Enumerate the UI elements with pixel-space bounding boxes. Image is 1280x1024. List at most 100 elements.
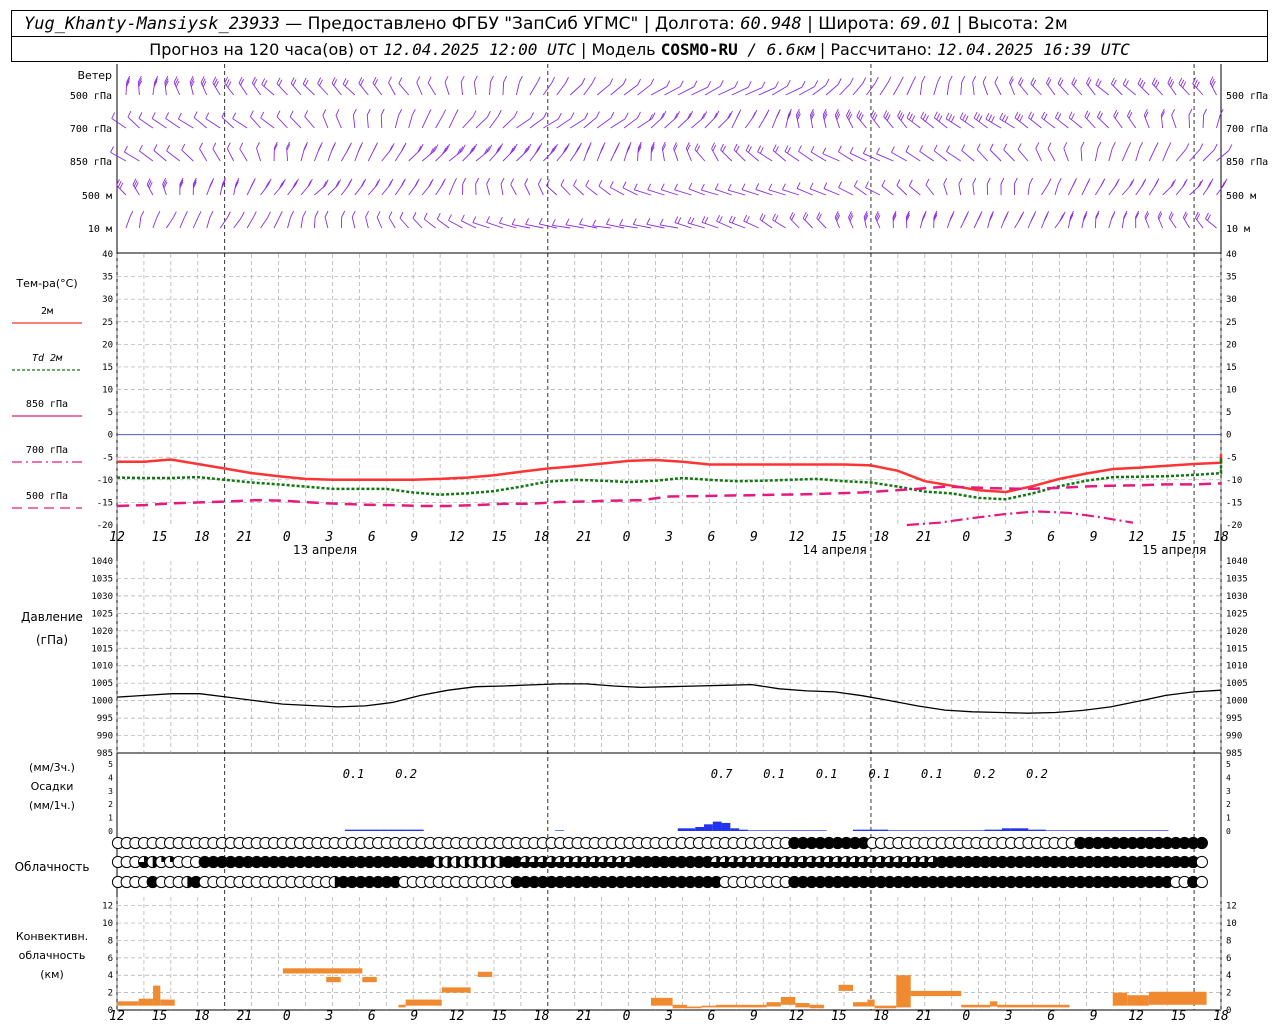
- wind-barb: [1003, 149, 1015, 162]
- wind-barb: [289, 116, 302, 129]
- wind-barb-flag: [365, 210, 369, 218]
- wind-barb-flag: [1199, 143, 1204, 150]
- wind-barb-flag: [933, 111, 938, 118]
- wind-barb-flag: [595, 111, 600, 118]
- precip-bar: [765, 830, 775, 831]
- conv-title2: облачность: [19, 949, 86, 962]
- pressure-tick-label: 990: [1226, 732, 1242, 742]
- precip-tick-label: 0: [108, 827, 113, 836]
- wind-barb-flag: [436, 213, 441, 220]
- conv-bar: [715, 1004, 767, 1008]
- wind-barb: [691, 86, 708, 96]
- wind-barb: [193, 117, 208, 129]
- pressure-tick-label: 1000: [1226, 697, 1248, 707]
- wind-barb-flag: [908, 179, 913, 187]
- precip-bar: [1045, 830, 1055, 831]
- temp-tick-label: -5: [102, 453, 113, 463]
- hour-tick-label: 12: [789, 1009, 805, 1024]
- wind-barb-flag: [460, 214, 465, 221]
- wind-barb-flag: [166, 144, 171, 152]
- wind-barb: [206, 217, 211, 229]
- wind-barb-flag: [319, 79, 323, 86]
- conv-bar: [282, 968, 348, 974]
- precip-bar: [1072, 830, 1081, 831]
- wind-barb-flag: [735, 145, 740, 153]
- wind-barb: [596, 84, 611, 96]
- wind-barb: [745, 87, 763, 96]
- wind-barb-flag: [674, 183, 678, 191]
- conv-bar: [1112, 992, 1128, 1006]
- wind-barb: [919, 151, 935, 162]
- wind-barb: [1097, 116, 1110, 129]
- hour-tick-label: 3: [664, 1009, 673, 1024]
- wind-barb-flag: [380, 108, 385, 116]
- wind-barb-flag: [232, 112, 237, 119]
- pressure-tick-label: 1030: [91, 592, 113, 602]
- wind-barb-flag: [728, 215, 733, 223]
- wind-barb: [1148, 148, 1156, 162]
- wind-barb-flag: [573, 179, 577, 186]
- conv-tick-label: 6: [108, 954, 113, 964]
- wind-barb: [138, 117, 154, 129]
- wind-barb-flag: [796, 182, 801, 189]
- precip-tick-label: 0: [1226, 827, 1231, 836]
- wind-barb-flag: [881, 179, 886, 187]
- wind-barb: [110, 151, 127, 162]
- temp-tick-label: 30: [1226, 295, 1237, 305]
- wind-barb-flag: [1207, 214, 1211, 221]
- pressure-tick-label: 1030: [1226, 592, 1248, 602]
- wind-barb: [772, 219, 786, 229]
- wind-barb-flag: [1018, 215, 1022, 222]
- wind-barb: [192, 217, 199, 229]
- wind-barb: [461, 220, 477, 229]
- wind-barb: [427, 82, 437, 96]
- precip-bar: [1037, 829, 1046, 831]
- conv-bar: [766, 1002, 781, 1007]
- precip-bar: [1133, 830, 1143, 831]
- wind-barb-flag: [921, 75, 926, 83]
- wind-barb: [212, 148, 221, 162]
- hour-tick-label: 21: [576, 530, 592, 545]
- wind-barb: [933, 150, 948, 162]
- wind-barb-flag: [660, 183, 665, 190]
- wind-level-label: 500 м: [82, 191, 112, 202]
- wind-barb-flag: [1167, 142, 1172, 149]
- wind-barb-flag: [1097, 80, 1102, 87]
- wind-barb-flag: [304, 141, 308, 149]
- wind-barb-flag: [774, 215, 779, 222]
- wind-barb-flag: [962, 113, 966, 121]
- wind-barb-flag: [256, 142, 260, 149]
- wind-barb: [720, 149, 733, 162]
- wind-barb-flag: [687, 216, 692, 224]
- wind-barb: [876, 153, 894, 162]
- wind-barb-flag: [759, 213, 764, 220]
- precipitation-panel: 0 0 1 1 2 2 3 3 4 4 5 5 0.1 0.2 0.7 0.1 0.1 0.1 0.1 0.2 0.2 (…: [29, 760, 1231, 836]
- wind-barb-flag: [346, 144, 351, 152]
- wind-barb-flag: [1182, 81, 1187, 89]
- wind-barb: [677, 86, 695, 96]
- wind-barb-flag: [292, 79, 297, 86]
- wind-barb-flag: [873, 114, 878, 121]
- wind-barb-flag: [925, 178, 930, 186]
- pressure-tick-label: 1010: [1226, 662, 1248, 672]
- cloud-symbol: [1195, 855, 1208, 869]
- wind-barb-flag: [342, 77, 347, 85]
- wind-barb-flag: [937, 75, 941, 83]
- precip-bar: [344, 829, 354, 831]
- wind-barb-flag: [530, 112, 534, 119]
- wind-barb-flag: [129, 211, 134, 218]
- wind-barb: [852, 83, 864, 96]
- conv-bar: [347, 968, 363, 974]
- wind-barb-flag: [976, 143, 981, 150]
- wind-barb: [982, 82, 989, 96]
- wind-barb: [972, 183, 975, 196]
- wind-barb-flag: [700, 183, 705, 191]
- wind-barb-flag: [1114, 180, 1119, 187]
- wind-barb: [688, 188, 706, 196]
- wind-barb: [1108, 148, 1113, 162]
- pressure-tick-label: 1040: [1226, 557, 1248, 567]
- wind-barb: [366, 114, 369, 129]
- wind-barb-flag: [322, 109, 327, 116]
- wind-barb: [489, 81, 491, 96]
- wind-barb-flag: [360, 180, 365, 187]
